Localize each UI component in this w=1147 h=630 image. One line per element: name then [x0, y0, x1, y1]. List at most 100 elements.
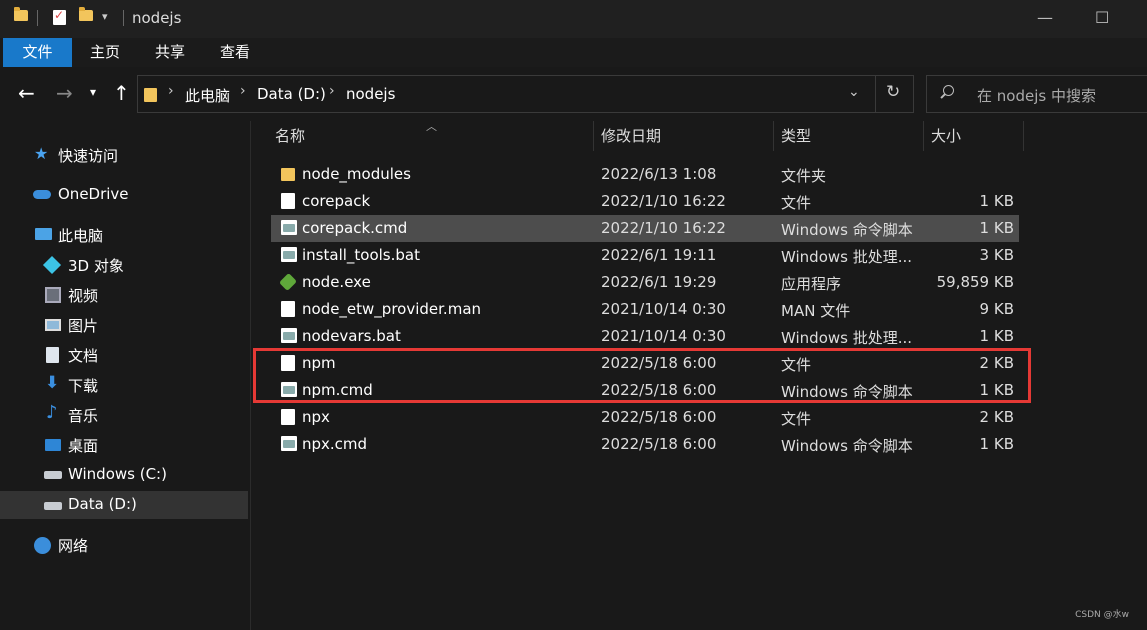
cube-icon — [42, 255, 62, 275]
sidebar-item-label: 音乐 — [68, 407, 99, 425]
quick-access-dropdown-icon[interactable]: ▾ — [102, 10, 108, 23]
sidebar-item-pictures[interactable]: 图片 — [0, 311, 248, 339]
column-header-size[interactable]: 大小 — [931, 121, 961, 151]
file-size: 59,859 KB — [936, 273, 1014, 291]
cmd-icon — [281, 220, 297, 235]
sidebar-item-windows-c[interactable]: Windows (C:) — [0, 461, 248, 489]
file-date: 2022/5/18 6:00 — [601, 354, 717, 372]
file-date: 2022/5/18 6:00 — [601, 381, 717, 399]
sidebar-item-quick-access[interactable]: ★ 快速访问 — [0, 141, 248, 169]
address-bar: ← → ▾ ↑ › 此电脑 › Data (D:) › nodejs ⌄ ↻ 在… — [0, 67, 1147, 121]
file-type: 应用程序 — [781, 275, 842, 293]
tab-view[interactable]: 查看 — [210, 38, 260, 67]
window-title: nodejs — [132, 9, 182, 27]
file-type: Windows 命令脚本 — [781, 437, 913, 455]
sidebar-item-onedrive[interactable]: OneDrive — [0, 181, 248, 209]
folder-icon — [144, 88, 157, 102]
file-row[interactable]: corepack.cmd 2022/1/10 16:22 Windows 命令脚… — [271, 215, 1019, 242]
file-name: npm.cmd — [302, 381, 373, 399]
refresh-icon[interactable]: ↻ — [886, 82, 900, 102]
column-header-date[interactable]: 修改日期 — [601, 121, 661, 151]
search-placeholder: 在 nodejs 中搜索 — [977, 87, 1096, 105]
file-name: node_etw_provider.man — [302, 300, 482, 318]
file-type: 文件 — [781, 410, 812, 428]
sidebar-item-network[interactable]: 网络 — [0, 531, 248, 559]
file-row[interactable]: node_modules 2022/6/13 1:08 文件夹 — [271, 161, 1019, 188]
file-name: nodevars.bat — [302, 327, 401, 345]
file-icon — [281, 355, 295, 371]
file-icon — [281, 193, 295, 209]
sort-ascending-icon: ︿ — [426, 120, 437, 133]
file-date: 2022/5/18 6:00 — [601, 435, 717, 453]
folder-icon — [14, 7, 28, 21]
chevron-right-icon[interactable]: › — [168, 83, 174, 99]
file-type: MAN 文件 — [781, 302, 851, 320]
file-row[interactable]: node.exe 2022/6/1 19:29 应用程序 59,859 KB — [271, 269, 1019, 296]
file-name: npm — [302, 354, 336, 372]
breadcrumb-data-d[interactable]: Data (D:) — [257, 85, 326, 103]
column-header-type[interactable]: 类型 — [781, 121, 811, 151]
file-size: 1 KB — [979, 435, 1014, 453]
recent-locations-icon[interactable]: ▾ — [90, 85, 96, 99]
chevron-right-icon[interactable]: › — [240, 83, 246, 99]
file-date: 2022/1/10 16:22 — [601, 192, 726, 210]
file-row[interactable]: install_tools.bat 2022/6/1 19:11 Windows… — [271, 242, 1019, 269]
title-bar: ▾ nodejs — ☐ — [0, 0, 1147, 38]
new-folder-icon[interactable] — [79, 7, 93, 21]
properties-icon[interactable] — [53, 8, 66, 25]
sidebar-item-label: 网络 — [58, 537, 89, 555]
navigation-pane: ★ 快速访问 OneDrive 此电脑 3D 对象 视频 图片 文档 ⬇ 下载 … — [0, 121, 250, 630]
sidebar-item-downloads[interactable]: ⬇ 下载 — [0, 371, 248, 399]
back-arrow-icon[interactable]: ← — [18, 81, 35, 105]
address-field[interactable]: › 此电脑 › Data (D:) › nodejs ⌄ ↻ — [137, 75, 914, 113]
file-name: node.exe — [302, 273, 371, 291]
file-row[interactable]: npx 2022/5/18 6:00 文件 2 KB — [271, 404, 1019, 431]
sidebar-item-this-pc[interactable]: 此电脑 — [0, 221, 248, 249]
file-type: Windows 命令脚本 — [781, 383, 913, 401]
sidebar-item-label: 桌面 — [68, 437, 99, 455]
file-row[interactable]: corepack 2022/1/10 16:22 文件 1 KB — [271, 188, 1019, 215]
file-type: 文件 — [781, 356, 812, 374]
column-separator[interactable] — [773, 121, 774, 151]
cloud-icon — [33, 190, 51, 199]
file-size: 1 KB — [979, 192, 1014, 210]
file-size: 9 KB — [979, 300, 1014, 318]
column-separator[interactable] — [593, 121, 594, 151]
forward-arrow-icon[interactable]: → — [56, 81, 73, 105]
file-name: node_modules — [302, 165, 411, 183]
breadcrumb-this-pc[interactable]: 此电脑 — [185, 85, 230, 106]
search-input[interactable]: 在 nodejs 中搜索 — [926, 75, 1147, 113]
column-separator[interactable] — [1023, 121, 1024, 151]
title-separator — [37, 10, 38, 26]
sidebar-item-data-d[interactable]: Data (D:) — [0, 491, 248, 519]
file-row[interactable]: npm 2022/5/18 6:00 文件 2 KB — [271, 350, 1019, 377]
file-type: Windows 批处理... — [781, 329, 913, 347]
minimize-button[interactable]: — — [1037, 8, 1053, 27]
sidebar-item-documents[interactable]: 文档 — [0, 341, 248, 369]
tab-file[interactable]: 文件 — [3, 38, 72, 67]
file-size: 1 KB — [979, 381, 1014, 399]
sidebar-item-desktop[interactable]: 桌面 — [0, 431, 248, 459]
file-row[interactable]: npx.cmd 2022/5/18 6:00 Windows 命令脚本 1 KB — [271, 431, 1019, 458]
file-date: 2022/1/10 16:22 — [601, 219, 726, 237]
column-separator[interactable] — [923, 121, 924, 151]
breadcrumb-nodejs[interactable]: nodejs — [346, 85, 395, 103]
up-arrow-icon[interactable]: ↑ — [113, 81, 130, 105]
chevron-right-icon[interactable]: › — [329, 83, 335, 99]
column-header-name[interactable]: 名称 — [275, 121, 305, 151]
tab-share[interactable]: 共享 — [145, 38, 195, 67]
sidebar-item-videos[interactable]: 视频 — [0, 281, 248, 309]
ribbon: 文件 主页 共享 查看 — [0, 38, 1147, 67]
tab-home[interactable]: 主页 — [80, 38, 130, 67]
file-row[interactable]: node_etw_provider.man 2021/10/14 0:30 MA… — [271, 296, 1019, 323]
file-date: 2022/6/1 19:11 — [601, 246, 717, 264]
sidebar-item-label: 3D 对象 — [68, 257, 124, 275]
sidebar-item-3d-objects[interactable]: 3D 对象 — [0, 251, 248, 279]
file-row[interactable]: npm.cmd 2022/5/18 6:00 Windows 命令脚本 1 KB — [271, 377, 1019, 404]
sidebar-item-music[interactable]: ♪ 音乐 — [0, 401, 248, 429]
maximize-button[interactable]: ☐ — [1095, 8, 1109, 27]
file-date: 2022/6/13 1:08 — [601, 165, 717, 183]
star-icon: ★ — [34, 144, 49, 163]
chevron-down-icon[interactable]: ⌄ — [848, 84, 860, 100]
file-row[interactable]: nodevars.bat 2021/10/14 0:30 Windows 批处理… — [271, 323, 1019, 350]
